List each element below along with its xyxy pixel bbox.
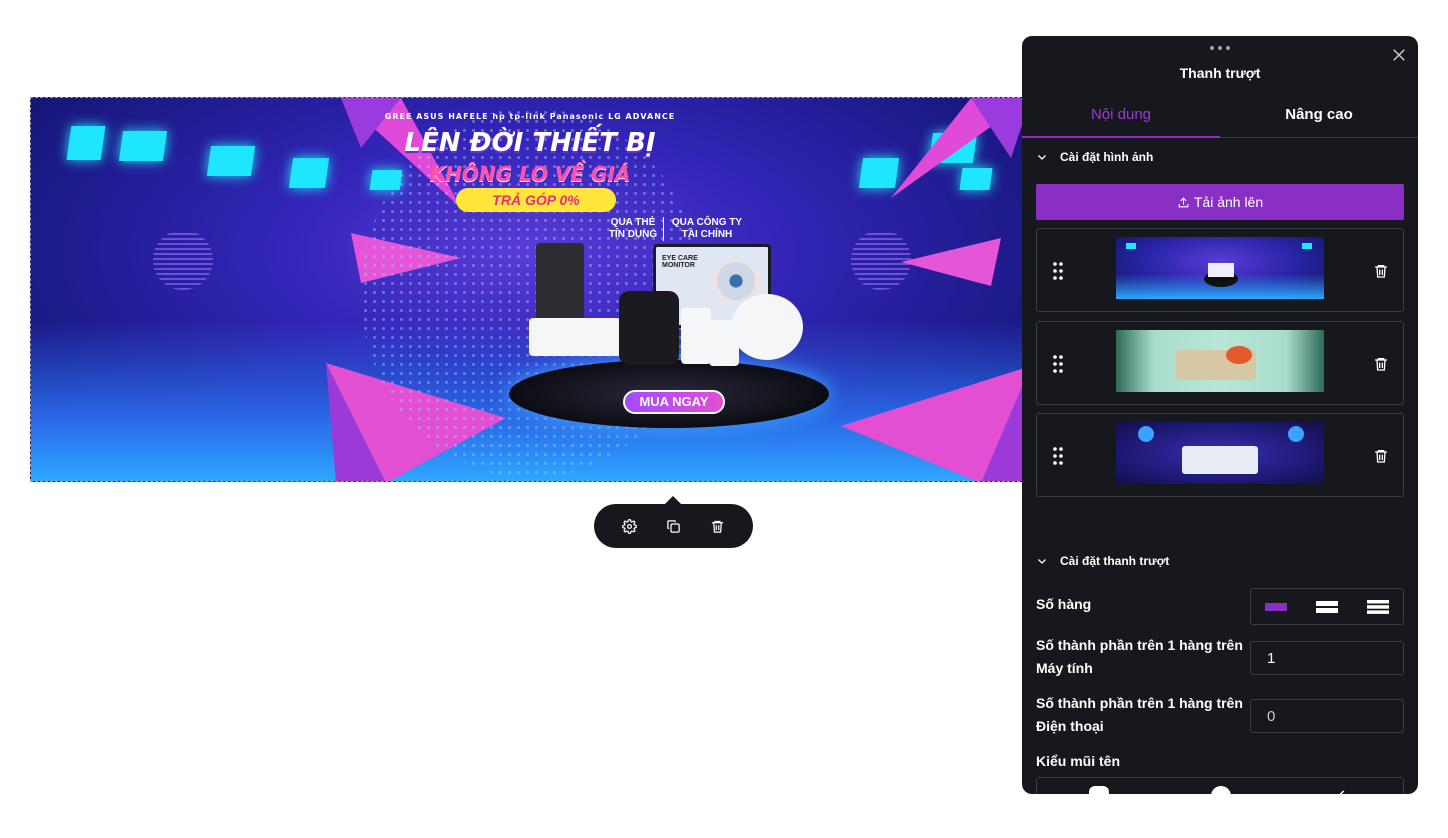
slider-settings-title: Cài đặt thanh trượt [1060, 554, 1170, 568]
three-rows-icon [1366, 599, 1389, 614]
arrow-style-options [1036, 777, 1404, 794]
drag-handle-icon[interactable] [1053, 262, 1063, 280]
desktop-items-label: Số thành phần trên 1 hàng trên Máy tính [1036, 637, 1243, 676]
image-thumbnail[interactable] [1116, 237, 1324, 299]
delete-button[interactable] [704, 513, 730, 539]
robot-vacuum [731, 294, 803, 360]
image-settings-title: Cài đặt hình ảnh [1060, 150, 1154, 164]
banner-headline: LÊN ĐỜI THIẾT BỊ [404, 128, 656, 158]
banner-subheadline: KHÔNG LO VỀ GIÁ [429, 162, 631, 186]
air-fryer [619, 291, 679, 365]
trash-icon [711, 520, 723, 533]
mobile-items-label: Số thành phần trên 1 hàng trên Điện thoạ… [1036, 695, 1243, 734]
arrow-style-label: Kiểu mũi tên [1036, 753, 1121, 769]
brand-logos: GREE ASUS HAFELE hp tp-link Panasonic LG… [384, 112, 676, 121]
mobile-items-input[interactable] [1250, 699, 1404, 733]
decor-orb [153, 230, 213, 290]
close-icon[interactable] [1390, 46, 1408, 64]
mesh-router [681, 308, 711, 364]
settings-button[interactable] [617, 513, 643, 539]
panel-drag-handle[interactable] [1210, 46, 1230, 52]
image-list-item [1036, 228, 1404, 312]
duplicate-button[interactable] [660, 513, 686, 539]
arrow-style-circle[interactable] [1211, 786, 1231, 794]
arrow-style-chevron-icon[interactable] [1335, 788, 1349, 794]
chevron-down-icon [1038, 155, 1046, 160]
copy-icon [667, 519, 680, 533]
tab-advanced[interactable]: Nâng cao [1220, 98, 1418, 137]
tab-content[interactable]: Nội dung [1022, 98, 1220, 138]
one-row-icon [1265, 602, 1288, 611]
option-finance-company: QUA CÔNG TY TÀI CHÍNH [671, 217, 743, 240]
eye-illustration [712, 261, 760, 301]
upload-image-button[interactable]: Tải ảnh lên [1036, 184, 1404, 220]
rows-toggle [1250, 588, 1404, 625]
rows-option-1[interactable] [1251, 589, 1302, 624]
air-conditioner [529, 318, 621, 356]
upload-image-label: Tải ảnh lên [1193, 194, 1264, 210]
buy-now-button[interactable]: MUA NGAY [623, 390, 725, 414]
desktop-items-input[interactable] [1250, 641, 1404, 675]
drag-handle-icon[interactable] [1053, 355, 1063, 373]
gear-icon [622, 518, 638, 534]
option-credit-card: QUA THẺ TÍN DỤNG [608, 217, 658, 240]
settings-panel: Thanh trượt Nội dung Nâng cao Cài đặt hì… [1022, 36, 1418, 794]
arrow-style-square[interactable] [1089, 786, 1109, 794]
slider-banner[interactable]: GREE ASUS HAFELE hp tp-link Panasonic LG… [30, 97, 1030, 482]
option-divider [663, 217, 664, 241]
installment-pill: TRẢ GÓP 0% [456, 188, 616, 212]
rows-option-2[interactable] [1302, 589, 1353, 624]
image-settings-header[interactable]: Cài đặt hình ảnh [1036, 150, 1153, 164]
two-rows-icon [1316, 600, 1338, 613]
pink-shard [841, 366, 1029, 481]
element-toolbar [594, 496, 753, 548]
slider-settings-header[interactable]: Cài đặt thanh trượt [1036, 554, 1169, 568]
drag-handle-icon[interactable] [1053, 447, 1063, 465]
trash-icon[interactable] [1373, 356, 1389, 372]
trash-icon[interactable] [1373, 448, 1389, 464]
image-thumbnail[interactable] [1116, 422, 1324, 484]
rows-label: Số hàng [1036, 596, 1092, 612]
panel-title: Thanh trượt [1179, 65, 1261, 81]
chevron-down-icon [1038, 559, 1046, 564]
monitor-text: EYE CARE MONITOR [662, 255, 698, 269]
trash-icon[interactable] [1373, 263, 1389, 279]
pink-shard [901, 238, 1001, 286]
image-list-item [1036, 413, 1404, 497]
upload-icon [1178, 196, 1189, 207]
image-thumbnail[interactable] [1116, 330, 1324, 392]
panel-tabs: Nội dung Nâng cao [1022, 98, 1418, 138]
image-list-item [1036, 321, 1404, 405]
rows-option-3[interactable] [1352, 589, 1403, 624]
